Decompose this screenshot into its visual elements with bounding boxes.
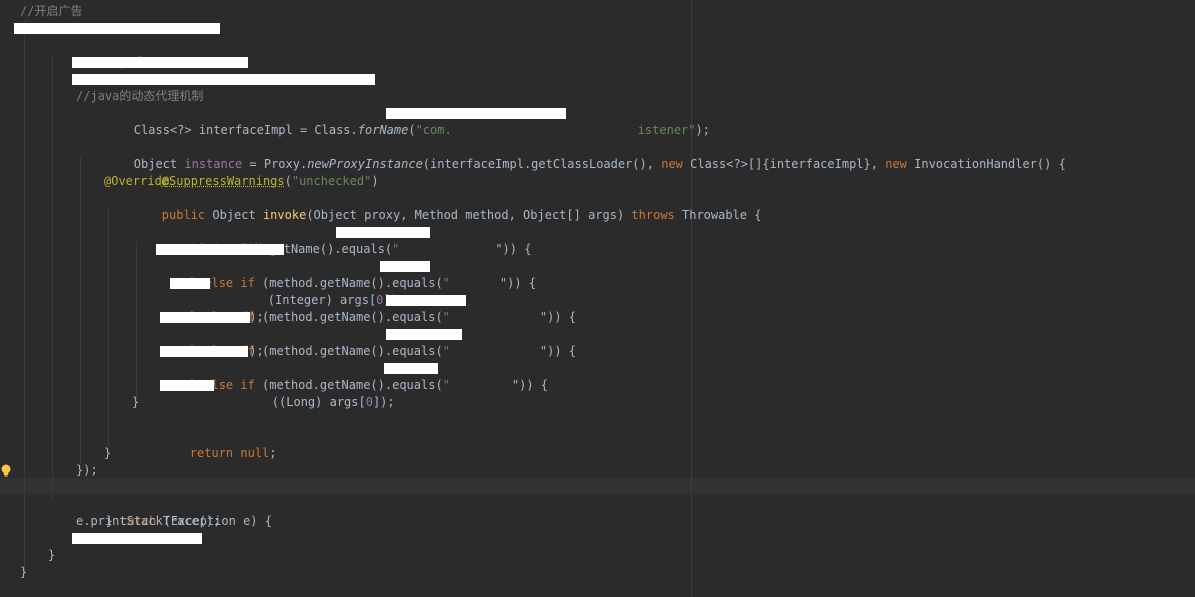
code-area[interactable]: //开启广告 try { //java的动态代理机制 Class<?> inte… [0, 3, 1195, 581]
redaction-block [170, 278, 210, 289]
code-line: Object instance = Proxy.newProxyInstance… [133, 157, 1066, 171]
code-line: } catch (Exception e) { [105, 514, 272, 528]
redaction-block [336, 227, 430, 238]
redaction-block [160, 380, 214, 391]
redaction-block [72, 57, 248, 68]
code-line [0, 20, 1195, 37]
redaction-block [72, 74, 375, 85]
code-line: ((Long) args[0]); [0, 377, 1195, 409]
code-line [0, 54, 1195, 71]
redaction-block [386, 295, 466, 306]
redaction-block [72, 533, 202, 544]
redaction-block [14, 23, 220, 34]
redaction-block [156, 244, 284, 255]
comment: //java的动态代理机制 [76, 89, 204, 103]
code-line: } else if (method.getName().equals("")) … [0, 360, 1195, 392]
redaction-block [386, 108, 566, 119]
code-line: } else if (method.getName().equals("")) … [0, 326, 1195, 358]
code-line: public Object invoke(Object proxy, Metho… [161, 208, 762, 222]
code-line: od(); [0, 241, 1195, 258]
code-line: } [104, 446, 112, 460]
annotation: @Override [104, 174, 170, 188]
code-line: //开启广告 [0, 3, 1195, 20]
code-line: if (method.getName().equals("")) { [0, 224, 1195, 256]
code-line: Class<?> interfaceImpl = Class.forName("… [0, 105, 1195, 137]
code-line [0, 71, 1195, 88]
code-line: @Override [0, 173, 1195, 190]
code-line: return null; [189, 446, 277, 460]
code-editor[interactable]: //开启广告 try { //java的动态代理机制 Class<?> inte… [0, 0, 1195, 597]
code-line: (); [0, 343, 1195, 360]
lightbulb-icon[interactable] [0, 464, 12, 478]
redaction-block [160, 312, 250, 323]
code-line: e.printStackTrace(); [76, 514, 221, 528]
code-line: try { [0, 37, 1195, 69]
redaction-block [384, 363, 438, 374]
code-line: } [48, 548, 56, 562]
code-line: //java的动态代理机制 [0, 88, 1195, 105]
code-line [0, 530, 1195, 547]
redaction-block [160, 346, 248, 357]
redaction-block [386, 329, 462, 340]
comment: //开启广告 [20, 4, 83, 18]
code-line: (Integer) args[0]); [0, 275, 1195, 307]
code-line: (); [0, 309, 1195, 326]
code-line: } else if (method.getName().equals("")) … [0, 292, 1195, 324]
code-line: @SuppressWarnings("unchecked") [161, 174, 379, 188]
code-line: } [132, 395, 140, 409]
code-line: }); [76, 463, 98, 477]
redaction-block [380, 261, 430, 272]
code-line: } [20, 565, 28, 579]
code-line: } else if (method.getName().equals("")) … [0, 258, 1195, 290]
